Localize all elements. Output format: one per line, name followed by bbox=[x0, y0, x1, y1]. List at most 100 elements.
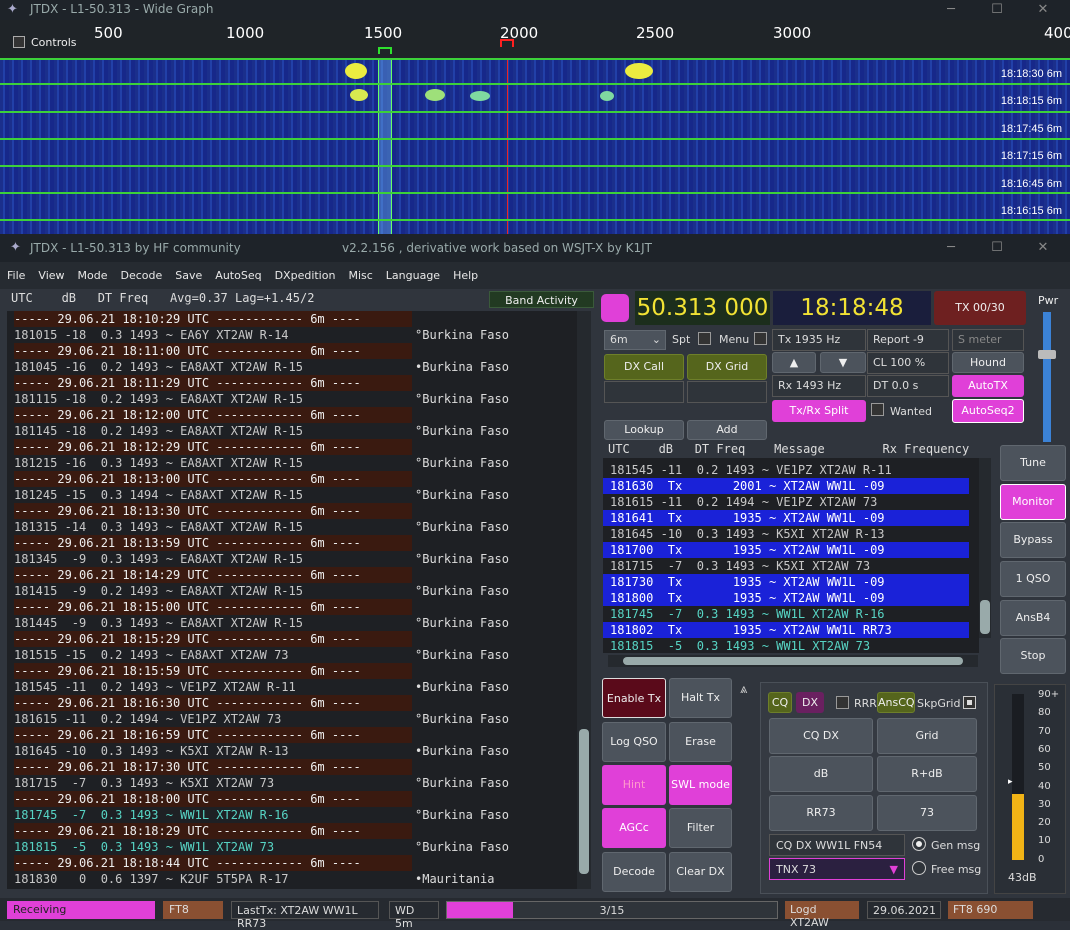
rx-marker[interactable] bbox=[378, 47, 392, 54]
rr73-button[interactable]: RR73 bbox=[769, 795, 873, 831]
band-activity-row[interactable]: 181745 -7 0.3 1493 ~ WW1L XT2AW R-16 °Bur… bbox=[7, 807, 583, 823]
rx-frequency-row[interactable]: 181630 Tx 2001 ~ XT2AW WW1L -09 bbox=[603, 478, 969, 494]
gen-msg-radio[interactable] bbox=[912, 837, 926, 851]
rx-frequency-row[interactable]: 181645 -10 0.3 1493 ~ K5XI XT2AW R-13 bbox=[603, 526, 969, 542]
decode-button[interactable]: Decode bbox=[602, 852, 666, 892]
band-activity-row[interactable]: 181645 -10 0.3 1493 ~ K5XI XT2AW R-13 •Bu… bbox=[7, 743, 583, 759]
menu-dxpedition[interactable]: DXpedition bbox=[275, 269, 336, 282]
band-activity-row[interactable]: ----- 29.06.21 18:18:00 UTC ------------… bbox=[7, 791, 583, 807]
report-spinner[interactable]: Report -9 bbox=[867, 329, 949, 351]
monitor-button[interactable]: Monitor bbox=[1000, 484, 1066, 520]
up-arrow-button[interactable]: ▲ bbox=[772, 352, 816, 373]
band-activity-row[interactable]: ----- 29.06.21 18:14:29 UTC ------------… bbox=[7, 567, 583, 583]
menu-misc[interactable]: Misc bbox=[348, 269, 372, 282]
anscq-toggle[interactable]: AnsCQ bbox=[877, 692, 915, 713]
band-activity-row[interactable]: ----- 29.06.21 18:13:00 UTC ------------… bbox=[7, 471, 583, 487]
skpgrid-checkbox[interactable] bbox=[963, 696, 976, 709]
menu-save[interactable]: Save bbox=[175, 269, 202, 282]
band-activity-row[interactable]: 181315 -14 0.3 1493 ~ EA8AXT XT2AW R-15 °… bbox=[7, 519, 583, 535]
band-activity-row[interactable]: ----- 29.06.21 18:13:30 UTC ------------… bbox=[7, 503, 583, 519]
autotx-button[interactable]: AutoTX bbox=[952, 375, 1024, 397]
band-activity-row[interactable]: ----- 29.06.21 18:16:30 UTC ------------… bbox=[7, 695, 583, 711]
stop-button[interactable]: Stop bbox=[1000, 638, 1066, 674]
pwr-slider[interactable] bbox=[1038, 312, 1056, 442]
menu-file[interactable]: File bbox=[7, 269, 25, 282]
minimize-button[interactable]: ─ bbox=[928, 0, 974, 20]
band-activity-row[interactable]: ----- 29.06.21 18:12:00 UTC ------------… bbox=[7, 407, 583, 423]
menu-help[interactable]: Help bbox=[453, 269, 478, 282]
tx-freq-spinner[interactable]: Tx 1935 Hz bbox=[772, 329, 866, 351]
tune-button[interactable]: Tune bbox=[1000, 445, 1066, 481]
band-activity-row[interactable]: ----- 29.06.21 18:10:29 UTC ------------… bbox=[7, 311, 583, 327]
band-activity-row[interactable]: ----- 29.06.21 18:17:30 UTC ------------… bbox=[7, 759, 583, 775]
agcc-button[interactable]: AGCc bbox=[602, 808, 666, 848]
spt-checkbox[interactable] bbox=[698, 332, 711, 345]
log-qso-button[interactable]: Log QSO bbox=[602, 722, 666, 762]
band-activity-row[interactable]: 181145 -18 0.2 1493 ~ EA8AXT XT2AW R-15 °… bbox=[7, 423, 583, 439]
scroll-thumb[interactable] bbox=[980, 600, 990, 634]
maximize-button[interactable]: ☐ bbox=[974, 0, 1020, 20]
rx-frequency-list[interactable]: 181545 -11 0.2 1493 ~ VE1PZ XT2AW R-11 18… bbox=[603, 458, 979, 653]
tab-arrows-icon[interactable]: ⩓ bbox=[740, 682, 747, 697]
band-activity-row[interactable]: 181415 -9 0.2 1493 ~ EA8AXT XT2AW R-15 °B… bbox=[7, 583, 583, 599]
wanted-checkbox[interactable] bbox=[871, 403, 884, 416]
txrx-split-button[interactable]: Tx/Rx Split bbox=[772, 400, 866, 422]
menu-mode[interactable]: Mode bbox=[78, 269, 108, 282]
frequency-ruler[interactable]: Controls 500 1000 1500 2000 2500 3000 40… bbox=[0, 20, 1070, 58]
left-scrollbar[interactable] bbox=[577, 311, 591, 889]
band-activity-row[interactable]: ----- 29.06.21 18:18:29 UTC ------------… bbox=[7, 823, 583, 839]
one-qso-button[interactable]: 1 QSO bbox=[1000, 561, 1066, 597]
horizontal-scrollbar[interactable] bbox=[608, 655, 978, 667]
close-button[interactable]: ✕ bbox=[1020, 238, 1066, 258]
band-activity-row[interactable]: 181615 -11 0.2 1494 ~ VE1PZ XT2AW 73 °Bur… bbox=[7, 711, 583, 727]
dt-spinner[interactable]: DT 0.0 s bbox=[867, 375, 949, 397]
minimize-button[interactable]: ─ bbox=[928, 238, 974, 258]
band-activity-row[interactable]: ----- 29.06.21 18:11:00 UTC ------------… bbox=[7, 343, 583, 359]
rx-frequency-row[interactable]: 181745 -7 0.3 1493 ~ WW1L XT2AW R-16 bbox=[603, 606, 969, 622]
band-activity-row[interactable]: 181045 -16 0.2 1493 ~ EA8AXT XT2AW R-15 •… bbox=[7, 359, 583, 375]
pwr-slider-handle[interactable] bbox=[1038, 350, 1056, 359]
free-msg-select[interactable]: TNX 73 ▼ bbox=[769, 858, 905, 880]
erase-button[interactable]: Erase bbox=[669, 722, 732, 762]
grid-button[interactable]: Grid bbox=[877, 718, 977, 754]
tx-marker[interactable] bbox=[500, 39, 514, 47]
menu-view[interactable]: View bbox=[38, 269, 64, 282]
cl-spinner[interactable]: CL 100 % bbox=[867, 352, 949, 374]
filter-button[interactable]: Filter bbox=[669, 808, 732, 848]
band-select[interactable]: 6m ⌄ bbox=[604, 330, 666, 350]
right-scrollbar[interactable] bbox=[979, 458, 991, 638]
band-activity-row[interactable]: ----- 29.06.21 18:13:59 UTC ------------… bbox=[7, 535, 583, 551]
band-activity-row[interactable]: 181245 -15 0.3 1494 ~ EA8AXT XT2AW R-15 °… bbox=[7, 487, 583, 503]
s-meter-field[interactable]: S meter bbox=[952, 329, 1024, 351]
band-activity-list[interactable]: ----- 29.06.21 18:10:29 UTC ------------… bbox=[7, 311, 583, 889]
rrr-checkbox[interactable] bbox=[836, 696, 849, 709]
waterfall[interactable]: 18:18:30 6m 18:18:15 6m 18:17:45 6m 18:1… bbox=[0, 58, 1070, 234]
hint-button[interactable]: Hint bbox=[602, 765, 666, 805]
gen-msg-field[interactable]: CQ DX WW1L FN54 bbox=[769, 834, 905, 856]
band-activity-row[interactable]: 181345 -9 0.3 1493 ~ EA8AXT XT2AW R-15 °B… bbox=[7, 551, 583, 567]
band-activity-row[interactable]: ----- 29.06.21 18:11:29 UTC ------------… bbox=[7, 375, 583, 391]
band-activity-row[interactable]: 181715 -7 0.3 1493 ~ K5XI XT2AW 73 °Burki… bbox=[7, 775, 583, 791]
rx-frequency-row[interactable]: 181800 Tx 1935 ~ XT2AW WW1L -09 bbox=[603, 590, 969, 606]
lookup-button[interactable]: Lookup bbox=[604, 420, 684, 440]
clear-dx-button[interactable]: Clear DX bbox=[669, 852, 732, 892]
rx-frequency-row[interactable]: 181641 Tx 1935 ~ XT2AW WW1L -09 bbox=[603, 510, 969, 526]
band-activity-row[interactable]: ----- 29.06.21 18:15:29 UTC ------------… bbox=[7, 631, 583, 647]
menu-decode[interactable]: Decode bbox=[121, 269, 163, 282]
frequency-display[interactable]: 50.313 000 bbox=[635, 291, 770, 325]
hound-button[interactable]: Hound bbox=[952, 352, 1024, 373]
band-activity-row[interactable]: ----- 29.06.21 18:16:59 UTC ------------… bbox=[7, 727, 583, 743]
rx-frequency-row[interactable]: 181700 Tx 1935 ~ XT2AW WW1L -09 bbox=[603, 542, 969, 558]
rx-frequency-row[interactable]: 181615 -11 0.2 1494 ~ VE1PZ XT2AW 73 bbox=[603, 494, 969, 510]
cq-dx-button[interactable]: CQ DX bbox=[769, 718, 873, 754]
tx-counter[interactable]: TX 00/30 bbox=[934, 291, 1026, 325]
scroll-thumb[interactable] bbox=[623, 657, 963, 665]
close-button[interactable]: ✕ bbox=[1020, 0, 1066, 20]
dx-toggle[interactable]: DX bbox=[796, 692, 824, 713]
rx-freq-spinner[interactable]: Rx 1493 Hz bbox=[772, 375, 866, 397]
enable-tx-button[interactable]: Enable Tx bbox=[602, 678, 666, 718]
free-msg-radio[interactable] bbox=[912, 861, 926, 875]
dx-call-input[interactable] bbox=[604, 381, 684, 403]
halt-tx-button[interactable]: Halt Tx bbox=[669, 678, 732, 718]
band-activity-row[interactable]: 181815 -5 0.3 1493 ~ WW1L XT2AW 73 °Burki… bbox=[7, 839, 583, 855]
